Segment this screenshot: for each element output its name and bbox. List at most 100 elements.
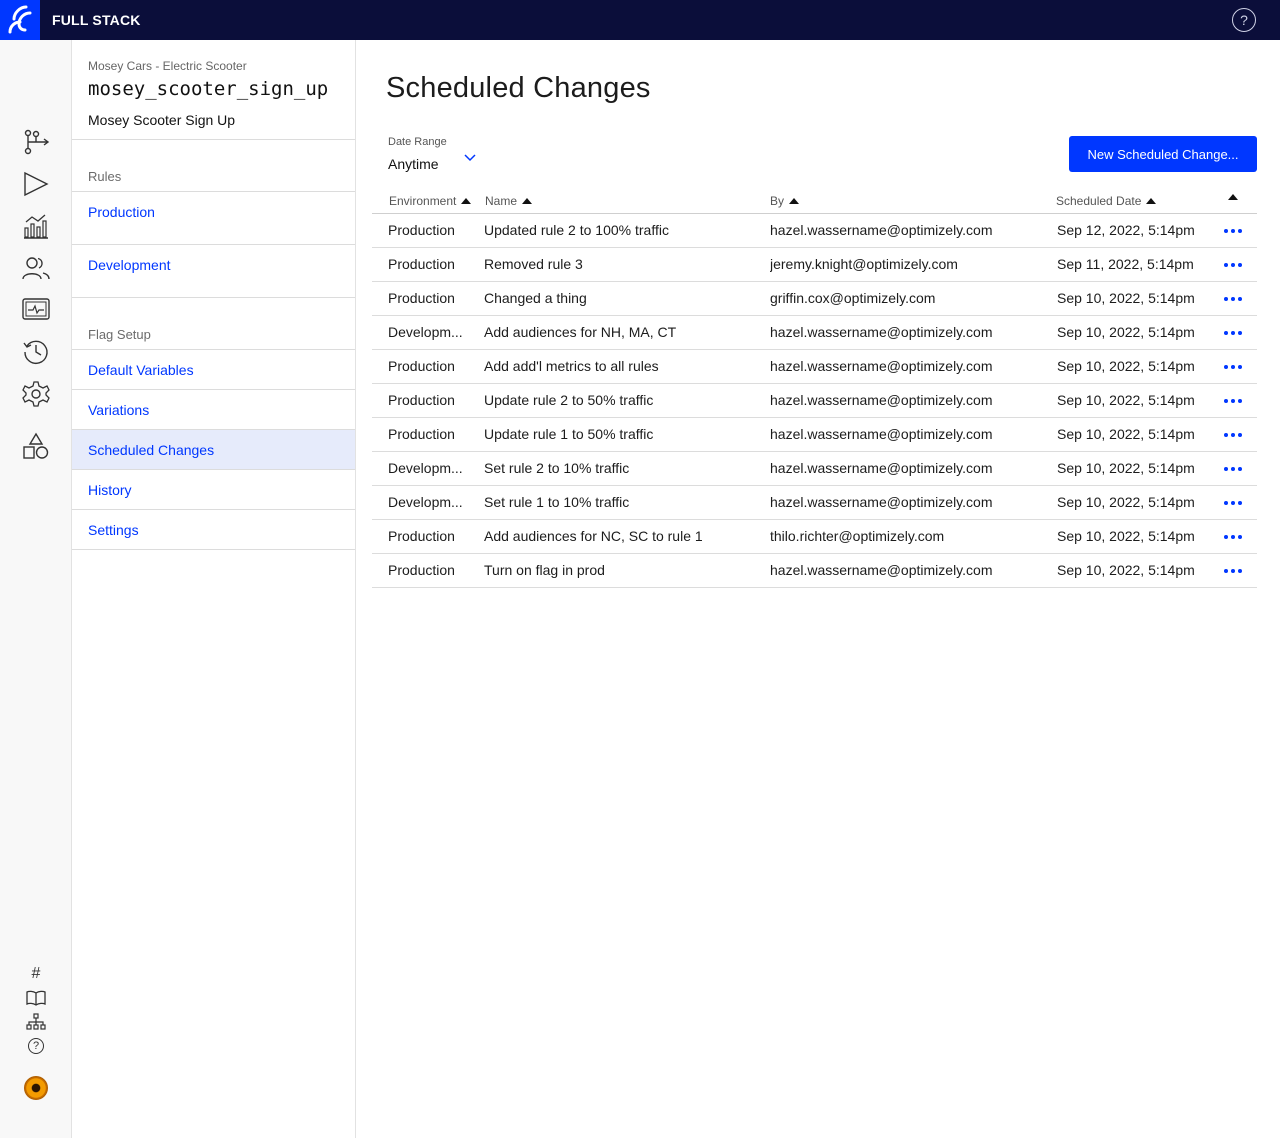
sitemap-icon[interactable] [26,1012,46,1032]
date-range-label: Date Range [388,136,447,148]
audiences-icon[interactable] [22,254,50,282]
more-options-icon[interactable] [1224,433,1242,437]
more-options-icon[interactable] [1224,501,1242,505]
flags-icon[interactable] [22,128,50,156]
cell-by: hazel.wassername@optimizely.com [770,324,993,340]
table-row[interactable]: Production Update rule 2 to 50% traffic ha… [372,384,1257,418]
project-name: Mosey Cars - Electric Scooter [88,59,247,73]
help-circle: ? [28,1038,44,1054]
more-options-icon[interactable] [1224,535,1242,539]
cell-environment: Production [388,392,455,408]
settings-icon[interactable] [22,380,50,408]
column-label: Name [485,194,518,208]
cell-by: griffin.cox@optimizely.com [770,290,936,306]
cell-by: hazel.wassername@optimizely.com [770,460,993,476]
cell-scheduled-date: Sep 10, 2022, 5:14pm [1057,290,1195,306]
cell-scheduled-date: Sep 10, 2022, 5:14pm [1057,494,1195,510]
cell-by: hazel.wassername@optimizely.com [770,358,993,374]
more-options-icon[interactable] [1224,399,1242,403]
column-header-by[interactable]: By [770,194,800,208]
cell-environment: Production [388,528,455,544]
avatar[interactable] [24,1076,48,1100]
rules-section-label: Rules [88,169,122,184]
table-row[interactable]: Developm... Set rule 2 to 10% traffic haze… [372,452,1257,486]
cell-scheduled-date: Sep 10, 2022, 5:14pm [1057,460,1195,476]
divider [72,549,355,550]
chevron-down-icon[interactable] [464,150,476,168]
optimizely-logo-icon[interactable] [0,0,40,40]
cell-name: Updated rule 2 to 100% traffic [484,222,669,238]
cell-by: hazel.wassername@optimizely.com [770,494,993,510]
help-glyph: ? [1240,12,1248,28]
nav-settings[interactable]: Settings [72,510,355,549]
more-options-icon[interactable] [1224,365,1242,369]
more-options-icon[interactable] [1224,297,1242,301]
table-row[interactable]: Production Removed rule 3 jeremy.knight@op… [372,248,1257,282]
table-row[interactable]: Production Add add'l metrics to all rules… [372,350,1257,384]
cell-environment: Production [388,222,455,238]
nav-default-variables[interactable]: Default Variables [72,350,355,389]
help-icon[interactable]: ? [1232,8,1256,32]
column-header-name[interactable]: Name [485,194,533,208]
cell-by: thilo.richter@optimizely.com [770,528,945,544]
cell-name: Add audiences for NC, SC to rule 1 [484,528,703,544]
flag-name: Mosey Scooter Sign Up [88,112,236,128]
cell-environment: Production [388,358,455,374]
cell-environment: Developm... [388,324,463,340]
rule-production[interactable]: Production [72,192,355,244]
table-row[interactable]: Developm... Add audiences for NH, MA, CT h… [372,316,1257,350]
docs-book-icon[interactable] [26,988,46,1008]
cell-by: jeremy.knight@optimizely.com [770,256,958,272]
table-row[interactable]: Production Add audiences for NC, SC to ru… [372,520,1257,554]
cell-name: Add add'l metrics to all rules [484,358,659,374]
nav-variations[interactable]: Variations [72,390,355,429]
cell-scheduled-date: Sep 10, 2022, 5:14pm [1057,358,1195,374]
table-row[interactable]: Production Changed a thing griffin.cox@opt… [372,282,1257,316]
divider [72,297,355,298]
nav-scheduled-changes[interactable]: Scheduled Changes [72,430,355,469]
more-options-icon[interactable] [1224,229,1242,233]
cell-environment: Production [388,562,455,578]
cell-scheduled-date: Sep 10, 2022, 5:14pm [1057,392,1195,408]
brand-name: FULL STACK [52,12,141,28]
cell-name: Removed rule 3 [484,256,583,272]
shapes-icon[interactable] [22,432,50,460]
cell-scheduled-date: Sep 10, 2022, 5:14pm [1057,562,1195,578]
column-label: Scheduled Date [1056,194,1142,208]
table-header: Environment Name By Scheduled Date [372,188,1257,214]
reports-icon[interactable] [22,212,50,240]
main-content: Scheduled Changes Date Range Anytime New… [356,40,1280,1138]
nav-history[interactable]: History [72,470,355,509]
cell-by: hazel.wassername@optimizely.com [770,392,993,408]
table-row[interactable]: Production Updated rule 2 to 100% traffic… [372,214,1257,248]
cell-scheduled-date: Sep 12, 2022, 5:14pm [1057,222,1195,238]
column-header-environment[interactable]: Environment [389,194,472,208]
table-row[interactable]: Production Turn on flag in prod hazel.wass… [372,554,1257,588]
flag-setup-section-label: Flag Setup [88,327,151,342]
rule-development[interactable]: Development [72,245,355,297]
table-row[interactable]: Production Update rule 1 to 50% traffic ha… [372,418,1257,452]
hash-glyph: # [31,965,41,982]
column-header-scheduled-date[interactable]: Scheduled Date [1056,194,1157,208]
more-options-icon[interactable] [1224,263,1242,267]
sort-arrow-icon [461,198,472,204]
icon-rail: # ? [0,40,72,1138]
cell-scheduled-date: Sep 10, 2022, 5:14pm [1057,324,1195,340]
cell-scheduled-date: Sep 11, 2022, 5:14pm [1057,256,1194,272]
hash-icon[interactable]: # [26,964,46,984]
experiments-icon[interactable] [22,170,50,198]
more-options-icon[interactable] [1224,331,1242,335]
cell-environment: Production [388,290,455,306]
help-circle-icon[interactable]: ? [26,1036,46,1056]
more-options-icon[interactable] [1224,467,1242,471]
column-header-actions[interactable] [1223,194,1238,200]
history-icon[interactable] [22,338,50,366]
new-scheduled-change-button[interactable]: New Scheduled Change... [1069,136,1257,172]
cell-name: Update rule 2 to 50% traffic [484,392,654,408]
events-icon[interactable] [22,296,50,324]
table-row[interactable]: Developm... Set rule 1 to 10% traffic haze… [372,486,1257,520]
cell-environment: Developm... [388,460,463,476]
more-options-icon[interactable] [1224,569,1242,573]
date-range-select[interactable]: Anytime [388,156,439,172]
flag-panel: Mosey Cars - Electric Scooter mosey_scoo… [72,40,356,1138]
